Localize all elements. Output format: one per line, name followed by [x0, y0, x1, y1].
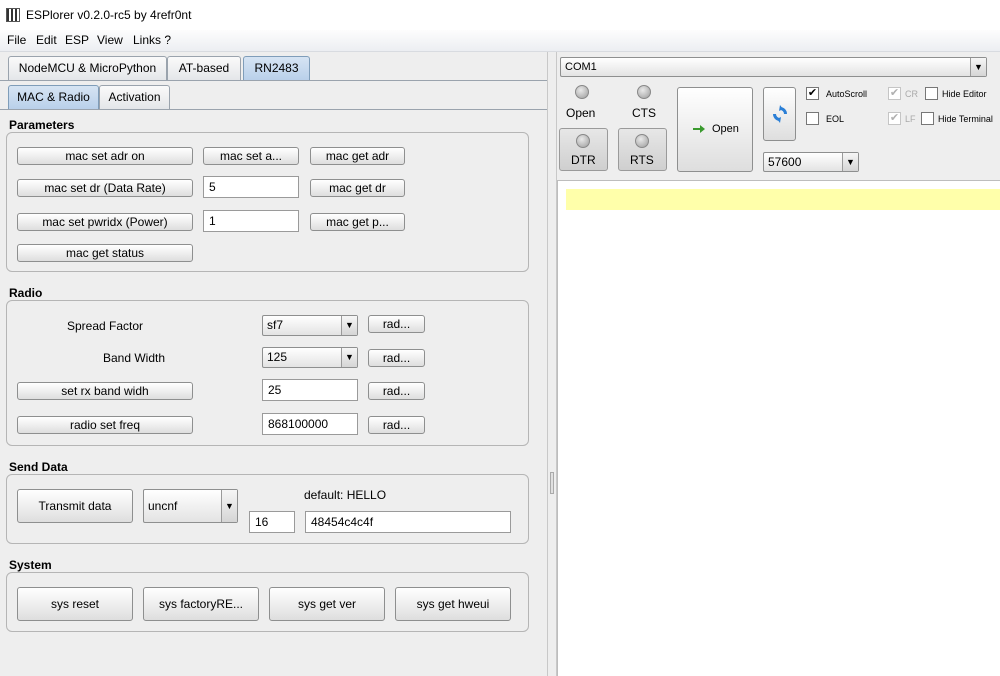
cr-checkbox[interactable]: ✔ [888, 87, 901, 100]
mac-set-dr-button[interactable]: mac set dr (Data Rate) [17, 179, 193, 197]
tab-at-based[interactable]: AT-based [167, 56, 241, 80]
mac-get-adr-button[interactable]: mac get adr [310, 147, 405, 165]
spread-factor-select[interactable]: sf7 ▼ [262, 315, 358, 336]
transmit-mode-value: uncnf [148, 499, 178, 513]
rad-spread-button[interactable]: rad... [368, 315, 425, 333]
menu-links[interactable]: Links ? [133, 33, 171, 47]
terminal-output[interactable] [557, 180, 1000, 676]
open-port-button[interactable]: Open [677, 87, 753, 172]
chevron-down-icon: ▼ [341, 316, 357, 335]
dtr-label: DTR [571, 153, 596, 167]
spread-factor-label: Spread Factor [67, 319, 144, 333]
eol-label: EOL [826, 114, 845, 124]
radio-title: Radio [9, 286, 43, 300]
tab-nodemcu[interactable]: NodeMCU & MicroPython [8, 56, 167, 80]
send-data-title: Send Data [9, 460, 68, 474]
rad-bandwidth-button[interactable]: rad... [368, 349, 425, 367]
window-title: ESPlorer v0.2.0-rc5 by 4refr0nt [26, 8, 192, 22]
hide-terminal-label: Hide Terminal [938, 114, 993, 124]
band-width-label: Band Width [103, 351, 166, 365]
dtr-led-icon [576, 134, 590, 148]
menu-esp[interactable]: ESP [65, 33, 89, 47]
mac-get-p-button[interactable]: mac get p... [310, 213, 405, 231]
spread-factor-value: sf7 [267, 318, 284, 332]
system-title: System [9, 558, 52, 572]
rad-rx-button[interactable]: rad... [368, 382, 425, 400]
port-field[interactable]: 16 [249, 511, 295, 533]
serial-port-select[interactable]: COM1 ▼ [560, 57, 987, 77]
baud-rate-value: 57600 [768, 155, 802, 169]
chevron-down-icon: ▼ [341, 348, 357, 367]
transmit-mode-select[interactable]: uncnf ▼ [143, 489, 238, 523]
lf-checkbox[interactable]: ✔ [888, 112, 901, 125]
sys-get-hweui-button[interactable]: sys get hweui [395, 587, 511, 621]
cts-label: CTS [632, 106, 656, 120]
open-status-label: Open [566, 106, 596, 120]
subtab-strip-divider [0, 109, 547, 110]
hide-terminal-checkbox[interactable] [921, 112, 934, 125]
baud-rate-select[interactable]: 57600 ▼ [763, 152, 859, 172]
refresh-ports-button[interactable] [763, 87, 796, 141]
data-rate-field[interactable]: 5 [203, 176, 299, 198]
rts-label: RTS [630, 153, 654, 167]
tab-rn2483[interactable]: RN2483 [243, 56, 310, 80]
rts-led-icon [635, 134, 649, 148]
cts-led-icon [637, 85, 651, 99]
refresh-icon [771, 105, 789, 126]
mac-set-pwridx-button[interactable]: mac set pwridx (Power) [17, 213, 193, 231]
hide-editor-checkbox[interactable] [925, 87, 938, 100]
tab-mac-radio[interactable]: MAC & Radio [8, 85, 99, 109]
sys-factory-reset-button[interactable]: sys factoryRE... [143, 587, 259, 621]
dtr-toggle[interactable]: DTR [559, 128, 608, 171]
tab-activation[interactable]: Activation [99, 85, 170, 109]
menu-edit[interactable]: Edit [36, 33, 57, 47]
radio-set-freq-button[interactable]: radio set freq [17, 416, 193, 434]
sys-reset-button[interactable]: sys reset [17, 587, 133, 621]
terminal-current-line [566, 189, 1000, 210]
chevron-down-icon: ▼ [221, 490, 237, 522]
mac-set-adr-on-button[interactable]: mac set adr on [17, 147, 193, 165]
autoscroll-label: AutoScroll [826, 89, 868, 99]
eol-checkbox[interactable] [806, 112, 819, 125]
chevron-down-icon: ▼ [970, 58, 986, 76]
lf-label: LF [905, 114, 916, 124]
transmit-data-button[interactable]: Transmit data [17, 489, 133, 523]
split-pane-divider[interactable] [547, 52, 557, 676]
hide-editor-label: Hide Editor [942, 89, 987, 99]
payload-field[interactable]: 48454c4c4f [305, 511, 511, 533]
set-rx-band-button[interactable]: set rx band widh [17, 382, 193, 400]
autoscroll-checkbox[interactable]: ✔ [806, 87, 819, 100]
rx-band-field[interactable]: 25 [262, 379, 358, 401]
splitter-grip[interactable] [550, 472, 554, 494]
mac-get-status-button[interactable]: mac get status [17, 244, 193, 262]
open-port-button-label: Open [712, 123, 739, 135]
mac-set-a-button[interactable]: mac set a... [203, 147, 299, 165]
default-payload-label: default: HELLO [304, 488, 387, 502]
cr-label: CR [905, 89, 918, 99]
mac-get-dr-button[interactable]: mac get dr [310, 179, 405, 197]
serial-port-value: COM1 [565, 61, 597, 73]
open-led-icon [575, 85, 589, 99]
menu-bar: File Edit ESP View Links ? [0, 30, 1000, 52]
power-field[interactable]: 1 [203, 210, 299, 232]
app-icon [6, 8, 20, 22]
band-width-select[interactable]: 125 ▼ [262, 347, 358, 368]
chevron-down-icon: ▼ [842, 153, 858, 171]
plug-open-icon [693, 123, 707, 138]
tab-strip-divider [0, 80, 547, 81]
parameters-title: Parameters [9, 118, 75, 132]
menu-view[interactable]: View [97, 33, 123, 47]
rts-toggle[interactable]: RTS [618, 128, 667, 171]
rad-freq-button[interactable]: rad... [368, 416, 425, 434]
band-width-value: 125 [267, 350, 288, 364]
sys-get-ver-button[interactable]: sys get ver [269, 587, 385, 621]
frequency-field[interactable]: 868100000 [262, 413, 358, 435]
menu-file[interactable]: File [7, 33, 26, 47]
